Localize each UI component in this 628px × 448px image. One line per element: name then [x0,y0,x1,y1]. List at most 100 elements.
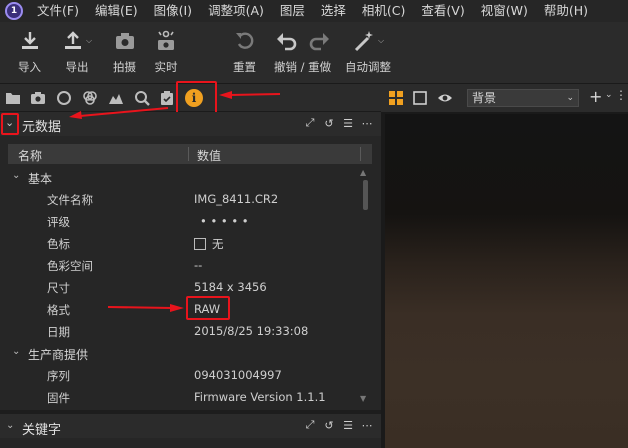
eye-icon[interactable] [437,91,453,105]
chevron-down-icon: ⌄ [566,93,574,103]
group-label: 生产商提供 [28,348,89,362]
redo-icon[interactable] [309,30,331,52]
app-logo-icon[interactable]: 1 [5,2,23,20]
camera-tab-icon[interactable] [30,90,46,106]
scroll-up-icon[interactable]: ▲ [360,168,366,177]
color-tag-label: 无 [212,237,224,251]
export-button[interactable]: ⌵ 导出 [62,28,92,80]
column-separator[interactable] [360,147,361,161]
row-value: IMG_8411.CR2 [194,192,279,206]
undo-icon[interactable] [275,30,297,52]
output-tab-icon[interactable] [159,90,175,106]
more-icon[interactable]: ⋮ [615,88,627,102]
export-label: 导出 [65,60,89,74]
metadata-row: 固件 Firmware Version 1.1.1 [0,386,370,408]
import-button[interactable]: 导入 [18,28,41,80]
row-key: 色标 [47,237,70,251]
background-select[interactable]: 背景 ⌄ [467,89,579,107]
menu-file[interactable]: 文件(F) [29,0,87,22]
chevron-down-icon: ⌵ [377,36,385,45]
undo-redo-button[interactable]: 撤销 / 重做 [274,28,331,80]
menu-window[interactable]: 视窗(W) [473,0,536,22]
metadata-row: 文件名称 IMG_8411.CR2 [0,188,370,210]
magic-wand-icon: ⌵ [352,28,384,54]
export-icon: ⌵ [62,28,92,54]
more-icon[interactable]: ⋯ [361,419,373,432]
reset-button[interactable]: 重置 [233,28,256,80]
row-key: 文件名称 [47,193,93,207]
metadata-title: 元数据 [22,120,62,135]
chevron-down-icon[interactable]: ⌄ [6,420,14,431]
undo-redo-label: 撤销 / 重做 [274,60,332,74]
menu-camera[interactable]: 相机(C) [354,0,413,22]
row-key: 尺寸 [47,281,70,295]
grid-view-icon[interactable] [389,91,403,105]
list-menu-icon[interactable]: ☰ [342,419,354,432]
folder-icon[interactable] [5,90,21,106]
scroll-down-icon[interactable]: ▼ [360,394,366,403]
chevron-down-icon[interactable]: ⌄ [12,346,20,357]
tool-panel: i ⌄ 元数据 ⤢ ↺ ☰ ⋯ 名称 数值 ⌄ 基本 文件名称 IMG_8411… [0,81,381,448]
circle-tab-icon[interactable] [56,90,72,106]
list-menu-icon[interactable]: ☰ [342,117,354,130]
capture-button[interactable]: 拍摄 [113,28,136,80]
metadata-row: 日期 2015/8/25 19:33:08 [0,320,370,342]
chevron-down-icon: ⌵ [86,36,93,45]
import-icon [19,28,41,54]
annotation-arrow-icon [69,107,168,119]
row-value: -- [194,258,203,272]
auto-adjust-button[interactable]: ⌵ 自动调整 [345,28,391,80]
metadata-row-format: 格式 RAW [0,296,370,320]
copy-apply-icon[interactable]: ↺ [323,117,335,130]
menu-select[interactable]: 选择 [313,0,354,22]
single-view-icon[interactable] [413,91,427,105]
menu-adjustments[interactable]: 调整项(A) [200,0,272,22]
metadata-tool-header[interactable]: ⌄ 元数据 ⤢ ↺ ☰ ⋯ [0,107,381,136]
scrollbar-thumb[interactable] [363,180,368,210]
menu-bar: 1 文件(F) 编辑(E) 图像(I) 调整项(A) 图层 选择 相机(C) 查… [0,0,628,22]
add-icon[interactable]: + [589,88,602,106]
chevron-down-icon[interactable]: ⌄ [605,90,613,100]
annotation-arrow-icon [219,91,280,99]
row-value: Firmware Version 1.1.1 [194,390,326,404]
metadata-row-color-tag: 色标 无 [0,232,370,254]
chevron-down-icon[interactable]: ⌄ [12,170,20,181]
color-tag-checkbox[interactable] [194,238,206,250]
expand-icon[interactable]: ⤢ [304,418,316,431]
expand-icon[interactable]: ⤢ [304,116,316,129]
exposure-tab-icon[interactable] [108,90,124,106]
live-label: 实时 [154,60,178,74]
row-key: 固件 [47,391,70,405]
metadata-row-rating: 评级 • • • • • [0,210,370,232]
chevron-down-icon[interactable]: ⌄ [5,116,14,129]
group-basic[interactable]: ⌄ 基本 [0,166,370,188]
menu-view[interactable]: 查看(V) [413,0,472,22]
live-button[interactable]: 实时 [154,28,178,80]
copy-apply-icon[interactable]: ↺ [323,419,335,432]
details-tab-icon[interactable] [134,90,150,106]
row-value: RAW [194,302,221,316]
column-separator[interactable] [188,147,189,161]
metadata-column-header: 名称 数值 [8,144,372,164]
color-tab-icon[interactable] [82,90,98,106]
more-icon[interactable]: ⋯ [361,117,373,130]
column-value-header[interactable]: 数值 [197,147,221,164]
reset-label: 重置 [233,60,256,74]
reset-icon [234,28,256,54]
import-label: 导入 [18,60,41,74]
menu-help[interactable]: 帮助(H) [536,0,596,22]
group-manufacturer[interactable]: ⌄ 生产商提供 [0,342,370,364]
menu-layers[interactable]: 图层 [272,0,313,22]
viewer-panel: 背景 ⌄ + ⌄ ⋮ [381,84,628,448]
menu-image[interactable]: 图像(I) [146,0,200,22]
image-viewer[interactable] [385,114,628,448]
group-label: 基本 [28,172,53,186]
color-tag-value[interactable]: 无 [194,236,224,252]
column-name-header[interactable]: 名称 [18,147,42,164]
menu-edit[interactable]: 编辑(E) [87,0,146,22]
row-key: 评级 [47,215,70,229]
keywords-tool-header[interactable]: ⌄ 关键字 ⤢ ↺ ☰ ⋯ [0,414,381,438]
row-value: 5184 x 3456 [194,280,267,294]
rating-stars[interactable]: • • • • • [200,214,249,228]
row-key: 色彩空间 [47,259,93,273]
